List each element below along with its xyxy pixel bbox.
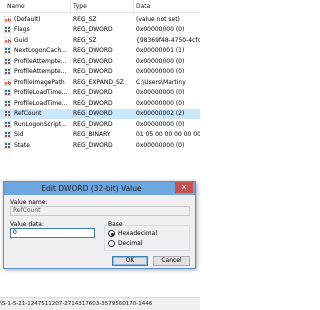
row-type: REG_DWORD xyxy=(73,89,113,96)
table-row[interactable]: NextLogonCach... REG_DWORD 0x00000001 (1) xyxy=(0,46,200,57)
row-data: (value not set) xyxy=(136,15,180,23)
string-value-icon: ab xyxy=(4,78,11,86)
string-value-icon: ab xyxy=(4,15,11,23)
svg-text:ab: ab xyxy=(5,80,11,86)
binary-value-icon xyxy=(4,99,11,107)
row-data: 0x00000000 (0) xyxy=(136,99,185,107)
svg-text:ab: ab xyxy=(5,17,11,23)
column-header-data[interactable]: Data xyxy=(136,3,150,10)
base-groupbox-title: Base xyxy=(107,221,124,228)
radio-button[interactable] xyxy=(108,240,115,247)
row-type: REG_DWORD xyxy=(73,141,113,149)
status-bar: \S-1-5-21-1247511207-2714317603-35795601… xyxy=(0,297,200,310)
value-name-field[interactable]: RefCount xyxy=(10,206,190,216)
row-name: Flags xyxy=(14,26,30,33)
value-name-label: Value name: xyxy=(10,199,48,206)
binary-value-icon xyxy=(4,89,11,96)
table-row[interactable]: State REG_DWORD 0x00000000 (0) xyxy=(0,140,200,151)
radio-decimal[interactable]: Decimal xyxy=(108,240,178,248)
binary-value-icon xyxy=(4,120,11,128)
table-row[interactable]: ProfileLoadTime... REG_DWORD 0x00000000 (0… xyxy=(0,88,200,99)
row-data: C:\Users\Martiny xyxy=(136,78,186,86)
binary-value-icon xyxy=(4,68,11,75)
row-data: 0x00000002 (2) xyxy=(136,110,185,117)
table-row[interactable]: Sid REG_BINARY 01 05 00 00 00 00 00 05 xyxy=(0,130,200,141)
row-type: REG_EXPAND_SZ xyxy=(73,78,124,86)
row-name: ProfileAttempte... xyxy=(14,68,67,75)
table-row[interactable]: ProfileLoadTime... REG_DWORD 0x00000000 (0… xyxy=(0,98,200,109)
table-row[interactable]: RefCount REG_DWORD 0x00000002 (2) xyxy=(0,108,200,119)
string-value-icon: ab xyxy=(4,36,11,44)
value-data-label: Value data: xyxy=(10,221,44,228)
row-data: {98369f48-4750-4cfc-b xyxy=(136,36,200,44)
row-type: REG_SZ xyxy=(73,36,97,44)
value-data-field[interactable]: 0 xyxy=(10,228,95,238)
binary-value-icon xyxy=(4,57,11,65)
row-type: REG_DWORD xyxy=(73,110,113,117)
column-header-name[interactable]: Name xyxy=(7,3,25,10)
list-header: Name Type Data xyxy=(0,0,200,13)
row-name: ProfileLoadTime... xyxy=(14,89,68,96)
row-name: ProfileAttempte... xyxy=(14,57,67,65)
binary-value-icon xyxy=(4,110,11,117)
table-row[interactable]: ProfileAttempte... REG_DWORD 0x00000000 (0… xyxy=(0,67,200,78)
edit-dword-dialog: Edit DWORD (32-bit) Value ✕ Value name: … xyxy=(3,181,196,269)
table-row[interactable]: Flags REG_DWORD 0x00000000 (0) xyxy=(0,25,200,36)
row-name: (Default) xyxy=(14,15,41,23)
table-row[interactable]: ab (Default) REG_SZ (value not set) xyxy=(0,14,200,25)
row-name: ProfileImagePath xyxy=(14,78,65,86)
row-name: RefCount xyxy=(14,110,42,117)
radio-hexadecimal-label: Hexadecimal xyxy=(118,230,157,237)
row-data: 0x00000000 (0) xyxy=(136,26,185,33)
row-type: REG_DWORD xyxy=(73,57,113,65)
row-data: 0x00000000 (0) xyxy=(136,57,185,65)
table-row[interactable]: ab Guid REG_SZ {98369f48-4750-4cfc-b xyxy=(0,35,200,46)
row-type: REG_DWORD xyxy=(73,68,113,75)
row-name: RunLogonScript... xyxy=(14,120,67,128)
row-type: REG_DWORD xyxy=(73,99,113,107)
row-name: Guid xyxy=(14,36,28,44)
row-name: State xyxy=(14,141,30,149)
table-row[interactable]: RunLogonScript... REG_DWORD 0x00000000 (0) xyxy=(0,119,200,130)
close-icon: ✕ xyxy=(180,183,188,192)
row-type: REG_DWORD xyxy=(73,26,113,33)
row-type: REG_DWORD xyxy=(73,120,113,128)
row-type: REG_DWORD xyxy=(73,47,113,54)
column-divider[interactable] xyxy=(70,0,71,13)
close-button[interactable]: ✕ xyxy=(175,182,193,193)
radio-decimal-label: Decimal xyxy=(118,240,143,247)
dialog-title: Edit DWORD (32-bit) Value xyxy=(41,184,142,193)
row-data: 0x00000000 (0) xyxy=(136,120,185,128)
table-row[interactable]: ab ProfileImagePath REG_EXPAND_SZ C:\Users\… xyxy=(0,77,200,88)
binary-value-icon xyxy=(4,131,11,138)
cancel-button[interactable]: Cancel xyxy=(153,256,190,266)
row-data: 0x00000000 (0) xyxy=(136,89,185,96)
radio-button[interactable] xyxy=(108,230,115,237)
radio-hexadecimal[interactable]: Hexadecimal xyxy=(108,230,178,238)
row-type: REG_BINARY xyxy=(73,131,111,138)
binary-value-icon xyxy=(4,141,11,149)
row-data: 0x00000000 (0) xyxy=(136,141,185,149)
row-name: ProfileLoadTime... xyxy=(14,99,68,107)
status-key-path: \S-1-5-21-1247511207-2714317603-35795601… xyxy=(0,301,153,307)
row-data: 0x00000001 (1) xyxy=(136,47,185,54)
row-name: NextLogonCach... xyxy=(14,47,67,54)
table-row[interactable]: ProfileAttempte... REG_DWORD 0x00000000 (0… xyxy=(0,56,200,67)
column-divider[interactable] xyxy=(133,0,134,13)
svg-text:ab: ab xyxy=(5,38,11,44)
radio-selected-dot xyxy=(110,232,114,236)
row-type: REG_SZ xyxy=(73,15,97,23)
ok-button[interactable]: OK xyxy=(112,256,148,266)
column-header-type[interactable]: Type xyxy=(73,3,87,10)
binary-value-icon xyxy=(4,26,11,33)
dialog-titlebar[interactable]: Edit DWORD (32-bit) Value ✕ xyxy=(4,182,195,195)
row-name: Sid xyxy=(14,131,24,138)
row-data: 01 05 00 00 00 00 00 05 xyxy=(136,131,200,138)
binary-value-icon xyxy=(4,47,11,54)
row-data: 0x00000000 (0) xyxy=(136,68,185,75)
